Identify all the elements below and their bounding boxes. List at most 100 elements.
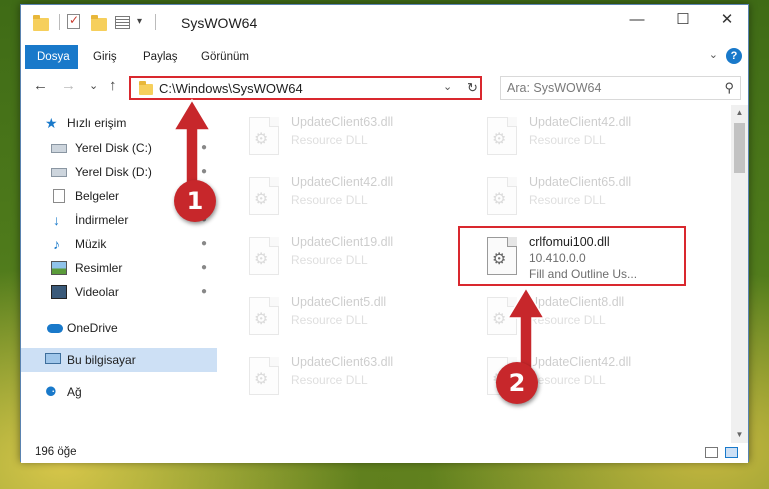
- pin-icon[interactable]: ●: [201, 256, 207, 280]
- tab-giris[interactable]: Giriş: [81, 45, 129, 69]
- expand-ribbon-chevron-icon[interactable]: ⌄: [709, 48, 718, 61]
- file-type: Resource DLL: [291, 313, 368, 327]
- dll-file-icon: ⚙: [487, 177, 517, 215]
- annotation-marker-1: 1: [174, 180, 216, 222]
- scroll-up-arrow-icon[interactable]: ▲: [731, 105, 748, 121]
- gear-icon: ⚙: [254, 131, 269, 148]
- file-type: Resource DLL: [291, 193, 368, 207]
- file-name: UpdateClient5.dll: [291, 295, 387, 309]
- recent-locations-chevron-icon[interactable]: ⌄: [89, 79, 98, 92]
- pin-icon[interactable]: ●: [201, 232, 207, 256]
- onedrive-icon: [47, 324, 63, 333]
- scroll-down-arrow-icon[interactable]: ▼: [731, 427, 748, 443]
- tab-gorunum[interactable]: Görünüm: [189, 45, 261, 69]
- file-item[interactable]: ⚙ UpdateClient65.dll Resource DLL: [475, 171, 705, 223]
- forward-arrow-icon[interactable]: →: [61, 77, 76, 94]
- vertical-scrollbar[interactable]: ▲ ▼: [731, 105, 748, 443]
- sidebar-item-pictures[interactable]: Resimler ●: [21, 256, 217, 280]
- tab-paylas[interactable]: Paylaş: [131, 45, 190, 69]
- file-name: UpdateClient19.dll: [291, 235, 394, 249]
- sidebar-item-label: OneDrive: [67, 321, 118, 335]
- large-icons-view-icon[interactable]: [725, 447, 738, 458]
- file-type: Resource DLL: [529, 193, 606, 207]
- file-item[interactable]: ⚙ UpdateClient42.dll Resource DLL: [475, 111, 705, 163]
- gear-icon: ⚙: [492, 131, 507, 148]
- refresh-icon[interactable]: ↻: [467, 80, 478, 96]
- dll-file-icon: ⚙: [249, 357, 279, 395]
- drive-icon: [51, 168, 67, 177]
- details-view-icon[interactable]: [705, 447, 718, 458]
- file-item[interactable]: ⚙ UpdateClient63.dll Resource DLL: [237, 351, 467, 403]
- pictures-icon: [51, 261, 67, 275]
- file-item[interactable]: ⚙ UpdateClient5.dll Resource DLL: [237, 291, 467, 343]
- folder-icon: [33, 15, 49, 31]
- file-item[interactable]: ⚙ UpdateClient42.dll Resource DLL: [237, 171, 467, 223]
- sidebar-item-label: Hızlı erişim: [67, 116, 127, 130]
- gear-icon: ⚙: [254, 251, 269, 268]
- file-name: UpdateClient42.dll: [529, 115, 632, 129]
- network-icon: ⚈: [45, 384, 57, 399]
- sidebar-item-music[interactable]: ♪ Müzik ●: [21, 232, 217, 256]
- dll-file-icon: ⚙: [249, 117, 279, 155]
- sidebar-item-label: Resimler: [75, 261, 123, 275]
- file-highlight-box: [458, 226, 686, 286]
- drive-icon: [51, 144, 67, 153]
- gear-icon: ⚙: [254, 191, 269, 208]
- ribbon-controls: ⌄ ?: [682, 48, 742, 66]
- scroll-thumb[interactable]: [734, 123, 745, 173]
- dll-file-icon: ⚙: [249, 177, 279, 215]
- file-name: UpdateClient65.dll: [529, 175, 632, 189]
- sidebar-item-network[interactable]: ⚈ Ağ: [21, 380, 217, 404]
- sidebar-item-onedrive[interactable]: OneDrive: [21, 316, 217, 340]
- back-arrow-icon[interactable]: ←: [33, 77, 48, 94]
- file-name: UpdateClient63.dll: [291, 355, 394, 369]
- properties-check-icon[interactable]: [67, 13, 80, 29]
- this-pc-icon: [45, 353, 61, 364]
- tab-dosya[interactable]: Dosya: [25, 45, 78, 69]
- downloads-icon: ↓: [53, 212, 60, 228]
- dll-file-icon: ⚙: [249, 297, 279, 335]
- sidebar-item-this-pc[interactable]: Bu bilgisayar: [21, 348, 217, 372]
- videos-icon: [51, 285, 67, 299]
- folder-icon: [139, 81, 153, 95]
- status-bar: 196 öğe: [21, 443, 748, 463]
- sidebar-item-label: Müzik: [75, 237, 107, 251]
- close-button[interactable]: ✕: [704, 5, 750, 35]
- up-arrow-icon[interactable]: ↑: [109, 77, 117, 94]
- minimize-button[interactable]: —: [614, 5, 660, 35]
- file-type: Resource DLL: [291, 373, 368, 387]
- search-icon: ⚲: [724, 80, 734, 95]
- dll-file-icon: ⚙: [249, 237, 279, 275]
- divider: [59, 14, 60, 30]
- music-icon: ♪: [53, 236, 60, 252]
- item-count: 196 öğe: [35, 446, 77, 458]
- dll-file-icon: ⚙: [487, 117, 517, 155]
- file-item[interactable]: ⚙ UpdateClient19.dll Resource DLL: [237, 231, 467, 283]
- sidebar-item-label: Bu bilgisayar: [67, 353, 136, 367]
- maximize-button[interactable]: ☐: [660, 5, 706, 35]
- gear-icon: ⚙: [254, 311, 269, 328]
- sidebar-item-label: Belgeler: [75, 189, 120, 203]
- sidebar-item-videos[interactable]: Videolar ●: [21, 280, 217, 304]
- navigation-bar: ← → ⌄ ↑ C:\Windows\SysWOW64 ⌄ ↻ Ara: Sys…: [21, 71, 748, 103]
- star-icon: ★: [45, 115, 58, 131]
- new-folder-icon[interactable]: [91, 15, 107, 31]
- customize-toolbar-chevron-icon[interactable]: ▾: [137, 16, 142, 27]
- sidebar-item-label: İndirmeler: [75, 213, 129, 227]
- search-input[interactable]: Ara: SysWOW64 ⚲: [500, 76, 741, 100]
- help-icon[interactable]: ?: [726, 48, 742, 64]
- documents-icon: [53, 189, 65, 203]
- divider: [155, 14, 156, 30]
- ribbon-tabs: Dosya Giriş Paylaş Görünüm ⌄ ?: [21, 45, 748, 69]
- sidebar-item-label: Videolar: [75, 285, 119, 299]
- address-bar[interactable]: C:\Windows\SysWOW64 ⌄ ↻: [129, 76, 482, 100]
- address-dropdown-chevron-icon[interactable]: ⌄: [443, 80, 452, 93]
- address-path[interactable]: C:\Windows\SysWOW64: [159, 81, 303, 96]
- file-item[interactable]: ⚙ UpdateClient63.dll Resource DLL: [237, 111, 467, 163]
- gear-icon: ⚙: [254, 371, 269, 388]
- pin-icon[interactable]: ●: [201, 280, 207, 304]
- view-list-icon[interactable]: [115, 16, 130, 29]
- file-name: UpdateClient63.dll: [291, 115, 394, 129]
- sidebar-item-label: Ağ: [67, 385, 82, 399]
- file-type: Resource DLL: [291, 253, 368, 267]
